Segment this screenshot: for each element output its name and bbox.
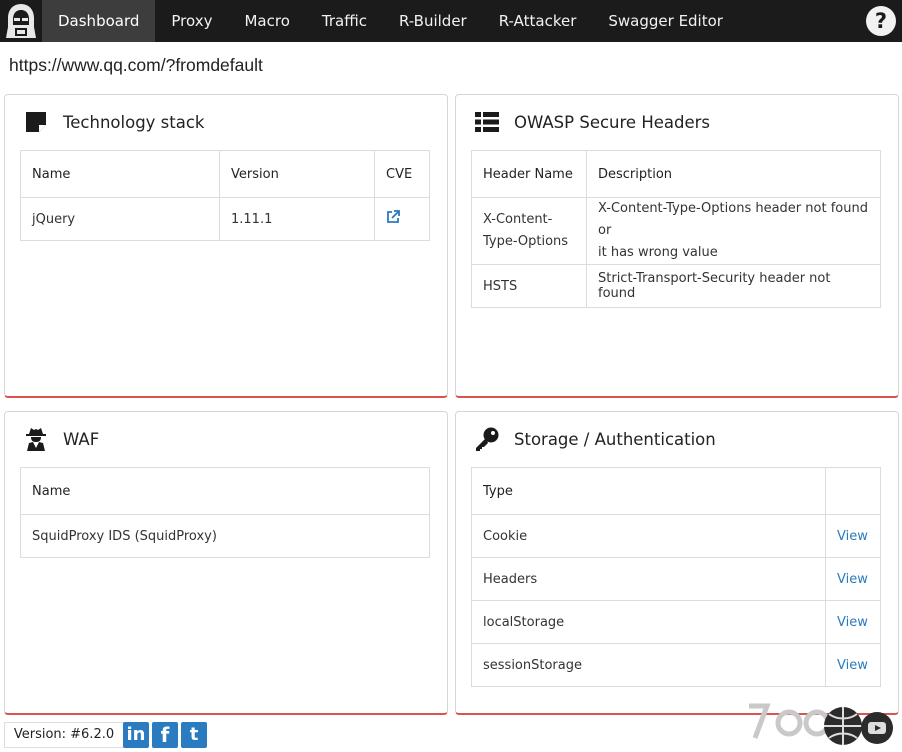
help-icon[interactable]: ? <box>866 6 896 36</box>
column-header-type: Type <box>471 467 826 515</box>
owasp-headers-panel: OWASP Secure Headers Header Name Descrip… <box>455 94 899 398</box>
sticky-note-icon <box>23 109 49 135</box>
description-cell: Strict-Transport-Security header not fou… <box>586 264 881 308</box>
table-row: X-Content- Type-Options X-Content-Type-O… <box>471 197 881 265</box>
waf-table: Name SquidProxy IDS (SquidProxy) <box>20 467 430 558</box>
storage-type: Cookie <box>471 514 826 558</box>
column-header-description: Description <box>586 150 881 198</box>
technology-stack-panel: Technology stack Name Version CVE jQuery… <box>4 94 448 398</box>
watermark-logo <box>745 690 897 748</box>
storage-auth-panel: Storage / Authentication Type Cookie Vie… <box>455 411 899 715</box>
view-link-sessionstorage[interactable]: View <box>837 658 868 673</box>
nav-r-builder[interactable]: R-Builder <box>383 0 483 42</box>
table-row: Headers View <box>471 557 881 601</box>
main-nav: Dashboard Proxy Macro Traffic R-Builder … <box>42 0 739 42</box>
column-header-header-name: Header Name <box>471 150 587 198</box>
header-name-line: X-Content- <box>483 212 553 227</box>
column-header-version: Version <box>219 150 375 198</box>
tech-name: jQuery <box>20 197 220 241</box>
waf-panel: WAF Name SquidProxy IDS (SquidProxy) <box>4 411 448 715</box>
top-navbar: Dashboard Proxy Macro Traffic R-Builder … <box>0 0 902 42</box>
description-cell: X-Content-Type-Options header not found … <box>586 197 881 265</box>
technology-stack-title: Technology stack <box>63 112 205 132</box>
nav-proxy[interactable]: Proxy <box>155 0 228 42</box>
linkedin-icon[interactable]: in <box>123 722 149 748</box>
owasp-table: Header Name Description X-Content- Type-… <box>471 150 881 308</box>
table-row: jQuery 1.11.1 <box>20 197 430 241</box>
key-icon <box>474 426 500 452</box>
nav-dashboard[interactable]: Dashboard <box>42 0 156 42</box>
storage-type: Headers <box>471 557 826 601</box>
storage-type: localStorage <box>471 600 826 644</box>
header-name-line: Type-Options <box>483 234 569 249</box>
tech-version: 1.11.1 <box>219 197 375 241</box>
storage-title: Storage / Authentication <box>514 429 716 449</box>
nav-swagger-editor[interactable]: Swagger Editor <box>592 0 739 42</box>
version-label: Version: #6.2.0 <box>4 722 124 748</box>
nav-r-attacker[interactable]: R-Attacker <box>483 0 593 42</box>
column-header-cve: CVE <box>374 150 430 198</box>
column-header-name: Name <box>20 150 220 198</box>
facebook-icon[interactable]: f <box>152 722 178 748</box>
waf-name: SquidProxy IDS (SquidProxy) <box>20 514 430 558</box>
description-line: it has wrong value <box>598 245 718 260</box>
owasp-title: OWASP Secure Headers <box>514 112 711 132</box>
target-url: https://www.qq.com/?fromdefault <box>9 55 263 75</box>
header-name-cell: X-Content- Type-Options <box>471 197 587 265</box>
storage-table: Type Cookie View Headers View localStora… <box>471 467 881 687</box>
header-name-cell: HSTS <box>471 264 587 308</box>
external-link-icon[interactable] <box>386 210 400 228</box>
waf-title: WAF <box>63 429 100 449</box>
view-link-headers[interactable]: View <box>837 572 868 587</box>
column-header-action <box>825 467 881 515</box>
table-row: Cookie View <box>471 514 881 558</box>
technology-table: Name Version CVE jQuery 1.11.1 <box>20 150 430 241</box>
table-row: sessionStorage View <box>471 643 881 687</box>
cve-cell <box>374 197 430 241</box>
view-link-localstorage[interactable]: View <box>837 615 868 630</box>
table-row: HSTS Strict-Transport-Security header no… <box>471 264 881 308</box>
column-header-name: Name <box>20 467 430 515</box>
nav-traffic[interactable]: Traffic <box>306 0 383 42</box>
twitter-icon[interactable]: t <box>181 722 207 748</box>
description-line: X-Content-Type-Options header not found … <box>598 201 868 238</box>
hacker-hood-icon[interactable] <box>0 0 42 42</box>
list-icon <box>474 109 500 135</box>
user-secret-icon <box>23 426 49 452</box>
storage-type: sessionStorage <box>471 643 826 687</box>
table-row: localStorage View <box>471 600 881 644</box>
view-link-cookie[interactable]: View <box>837 529 868 544</box>
nav-macro[interactable]: Macro <box>228 0 305 42</box>
table-row: SquidProxy IDS (SquidProxy) <box>20 514 430 558</box>
